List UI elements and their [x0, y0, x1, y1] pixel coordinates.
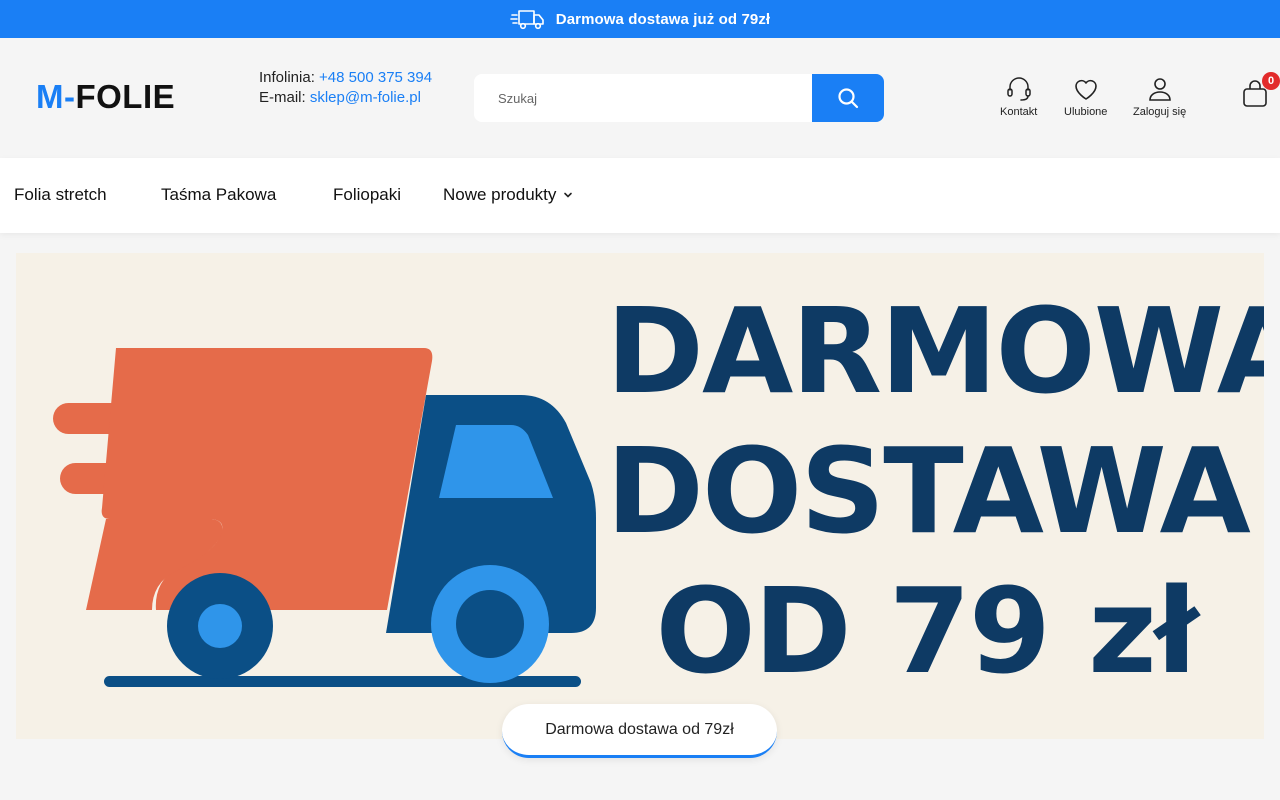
nav-item-nowe-produkty[interactable]: Nowe produkty [443, 185, 574, 205]
contact-button[interactable]: Kontakt [1000, 74, 1037, 118]
cart-count-badge: 0 [1262, 72, 1280, 90]
hero-banner[interactable]: DARMOWA DOSTAWA OD 79 zł [16, 253, 1264, 739]
favorites-label: Ulubione [1064, 106, 1108, 118]
promo-text: Darmowa dostawa już od 79zł [555, 10, 771, 28]
header-actions: Kontakt Ulubione Zaloguj się 0 [990, 72, 1280, 134]
nav-item-folia-stretch[interactable]: Folia stretch [14, 185, 107, 205]
hotline-link[interactable]: +48 500 375 394 [319, 69, 432, 86]
slider-caption-tab[interactable]: Darmowa dostawa od 79zł [502, 704, 777, 758]
heart-icon [1074, 79, 1097, 100]
login-label: Zaloguj się [1133, 106, 1187, 118]
email-link[interactable]: sklep@m-folie.pl [310, 89, 421, 106]
headset-icon [1006, 77, 1031, 101]
login-button[interactable]: Zaloguj się [1133, 74, 1186, 118]
nav-item-tasma-pakowa[interactable]: Taśma Pakowa [161, 185, 276, 205]
chevron-down-icon [564, 192, 573, 198]
search-input[interactable] [474, 74, 812, 122]
fast-truck-icon [509, 7, 546, 31]
contact-label: Kontakt [1000, 106, 1038, 118]
search-button[interactable] [812, 74, 884, 122]
hero-line-1: DARMOWA [606, 282, 1264, 420]
hotline-label: Infolinia: [259, 69, 315, 86]
nav-item-label: Folia stretch [14, 185, 107, 204]
nav-item-label: Taśma Pakowa [161, 185, 277, 204]
cart-button[interactable]: 0 [1240, 72, 1280, 114]
logo-text: FOLIE [75, 78, 176, 115]
hero-headline: DARMOWA DOSTAWA OD 79 zł [606, 281, 1264, 701]
contact-info: Infolinia: +48 500 375 394 E-mail: sklep… [259, 68, 459, 108]
nav-item-label: Foliopaki [333, 185, 402, 204]
hotline-row: Infolinia: +48 500 375 394 [259, 68, 459, 88]
hero-line-2: DOSTAWA [606, 422, 1251, 560]
logo-accent: M- [36, 78, 76, 115]
main-nav: Folia stretch Taśma Pakowa Foliopaki Now… [0, 158, 1280, 233]
search-form [474, 74, 884, 122]
user-icon [1148, 78, 1171, 101]
favorites-button[interactable]: Ulubione [1064, 74, 1107, 118]
delivery-truck-illustration [53, 348, 596, 687]
promo-bar: Darmowa dostawa już od 79zł [0, 0, 1280, 38]
logo[interactable]: M-FOLIE [36, 78, 175, 116]
header: M-FOLIE Infolinia: +48 500 375 394 E-mai… [0, 38, 1280, 158]
search-icon [838, 88, 859, 109]
email-label: E-mail: [259, 89, 306, 106]
nav-item-label: Nowe produkty [443, 185, 557, 204]
email-row: E-mail: sklep@m-folie.pl [259, 88, 459, 108]
nav-item-foliopaki[interactable]: Foliopaki [333, 185, 401, 205]
hero-line-3: OD 79 zł [655, 562, 1198, 700]
